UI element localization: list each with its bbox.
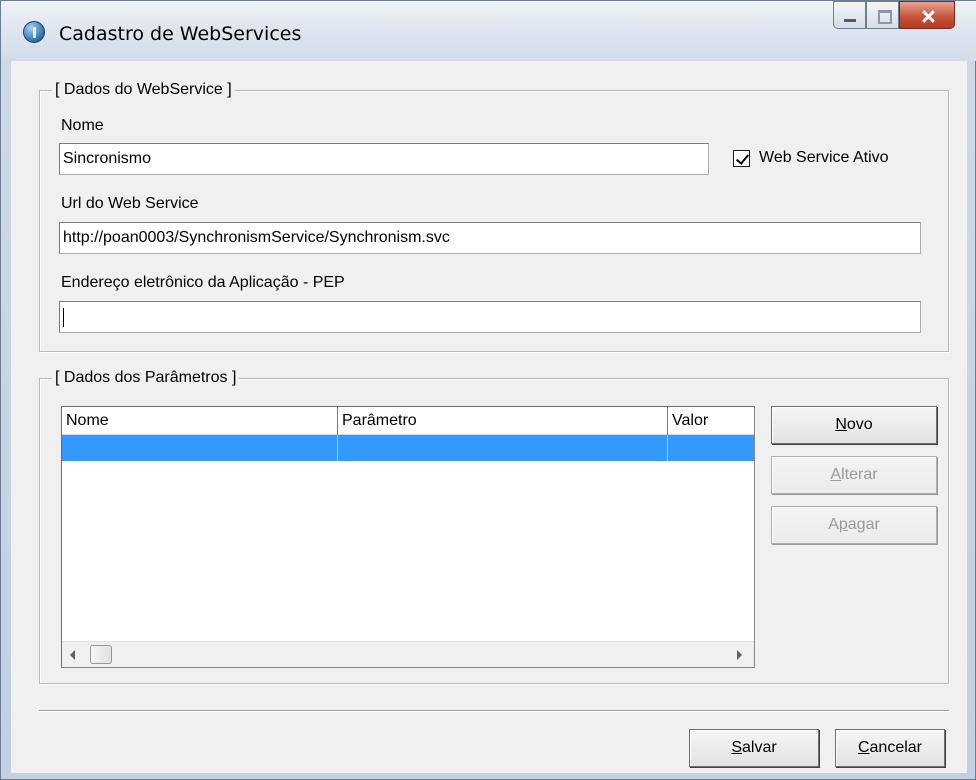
- column-header-valor[interactable]: Valor: [668, 407, 754, 435]
- table-cell: [338, 435, 668, 461]
- dialog-client-area: [ Dados do WebService ] Nome Sincronismo…: [11, 61, 967, 773]
- novo-button-mnemonic: N: [835, 416, 847, 433]
- cancelar-button-label: ancelar: [869, 739, 923, 756]
- table-row[interactable]: [62, 435, 754, 461]
- apagar-button-mnemonic: p: [838, 516, 848, 533]
- url-label: Url do Web Service: [61, 195, 199, 212]
- minimize-icon[interactable]: [833, 1, 866, 29]
- column-header-nome[interactable]: Nome: [62, 407, 338, 435]
- name-label: Nome: [61, 117, 104, 134]
- cancelar-button[interactable]: Cancelar: [835, 729, 945, 767]
- table-cell: [668, 435, 754, 461]
- webservice-group-legend: [ Dados do WebService ]: [52, 80, 235, 100]
- name-field[interactable]: Sincronismo: [59, 143, 709, 175]
- url-field[interactable]: http://poan0003/SynchronismService/Synch…: [59, 222, 921, 254]
- salvar-button-label: alvar: [741, 739, 777, 756]
- novo-button-label: ovo: [846, 416, 873, 433]
- parameters-list[interactable]: Nome Parâmetro Valor: [61, 406, 755, 668]
- salvar-button[interactable]: Salvar: [689, 729, 819, 767]
- apagar-button-label: agar: [847, 516, 880, 533]
- apagar-button-label-start: A: [828, 516, 839, 533]
- web-service-active-checkbox[interactable]: [733, 150, 750, 167]
- salvar-button-mnemonic: S: [731, 739, 742, 756]
- horizontal-scrollbar[interactable]: [62, 641, 754, 667]
- column-header-parametro[interactable]: Parâmetro: [338, 407, 668, 435]
- dialog-window: Cadastro de WebServices [ Dados do WebSe…: [0, 0, 976, 780]
- novo-button[interactable]: Novo: [771, 406, 937, 444]
- alterar-button-mnemonic: A: [830, 466, 842, 483]
- pep-address-field[interactable]: [59, 301, 921, 333]
- scroll-left-icon[interactable]: [70, 650, 75, 660]
- pep-label: Endereço eletrônico da Aplicação - PEP: [61, 274, 345, 291]
- list-header: Nome Parâmetro Valor: [62, 407, 754, 435]
- cancelar-button-mnemonic: C: [857, 739, 870, 756]
- window-title: Cadastro de WebServices: [59, 23, 302, 45]
- maximize-icon[interactable]: [866, 1, 899, 29]
- app-icon: [23, 21, 45, 43]
- alterar-button-label: lterar: [841, 466, 878, 483]
- web-service-active-label: Web Service Ativo: [759, 149, 889, 166]
- close-icon[interactable]: [899, 1, 955, 29]
- table-cell: [62, 435, 338, 461]
- scroll-thumb[interactable]: [90, 645, 112, 664]
- window-controls: [833, 1, 955, 31]
- apagar-button[interactable]: Apagar: [771, 506, 937, 544]
- bottom-separator: [39, 710, 949, 712]
- parameters-group-legend: [ Dados dos Parâmetros ]: [52, 368, 240, 388]
- alterar-button[interactable]: Alterar: [771, 456, 937, 494]
- title-bar[interactable]: Cadastro de WebServices: [1, 1, 976, 61]
- scroll-right-icon[interactable]: [737, 650, 742, 660]
